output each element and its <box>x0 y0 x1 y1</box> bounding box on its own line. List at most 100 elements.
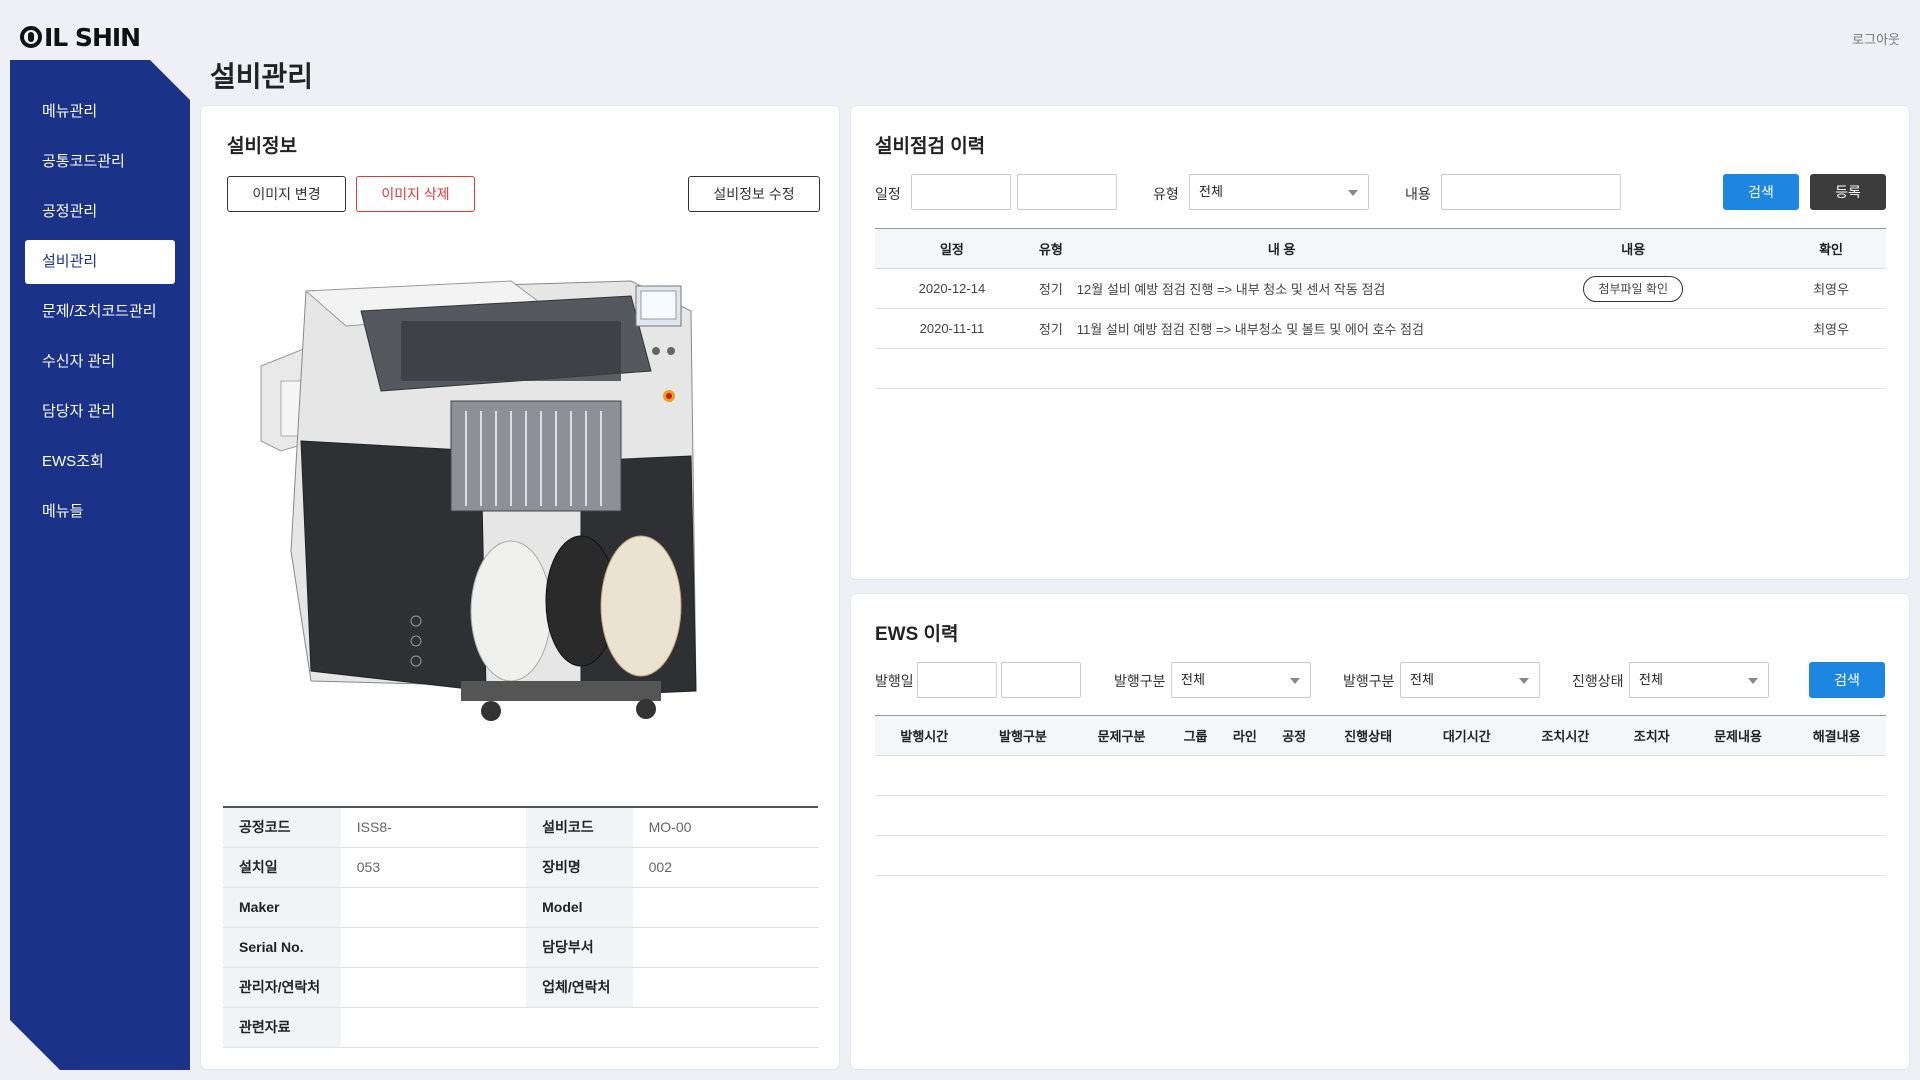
equipment-info-card: 설비정보 이미지 변경 이미지 삭제 설비정보 수정 공정코드 ISS8- 설비… <box>200 105 840 1070</box>
sidebar-item-process[interactable]: 공정관리 <box>25 190 175 234</box>
manager-label: 관리자/연락처 <box>223 967 341 1008</box>
ews-header-row: 발행시간 발행구분 문제구분 그룹 라인 공정 진행상태 대기시간 조치시간 조… <box>875 715 1886 756</box>
vendor-label: 업체/연락처 <box>526 967 633 1008</box>
inspection-date-to-input[interactable] <box>1017 174 1117 210</box>
sidebar-item-ews[interactable]: EWS조회 <box>25 440 175 484</box>
col-checker: 확인 <box>1776 228 1886 269</box>
logo-mark-icon <box>20 26 42 48</box>
col-wait-time: 대기시간 <box>1417 715 1517 756</box>
sidebar-item-menu-management[interactable]: 메뉴관리 <box>25 90 175 134</box>
ews-history-card: EWS 이력 발행일 발행구분 전체 발행구분 전체 진행상태 전체 검색 발행… <box>850 593 1910 1070</box>
col-resolution: 해결내용 <box>1787 715 1886 756</box>
inspection-content-label: 내용 <box>1405 186 1431 202</box>
change-image-button[interactable]: 이미지 변경 <box>227 176 346 212</box>
inspection-content-input[interactable] <box>1441 174 1621 210</box>
ews-status-label: 진행상태 <box>1572 673 1624 689</box>
ews-history-title: EWS 이력 <box>875 624 959 645</box>
maker-value <box>340 887 527 928</box>
ews-issue-date-label: 발행일 <box>875 673 914 689</box>
sidebar: 메뉴관리 공통코드관리 공정관리 설비관리 문제/조치코드관리 수신자 관리 담… <box>10 60 190 1070</box>
row-content: 12월 설비 예방 점검 진행 => 내부 청소 및 센서 작동 점검 <box>1072 268 1491 309</box>
col-date: 일정 <box>875 228 1029 269</box>
ews-status-value: 전체 <box>1639 672 1663 687</box>
sidebar-item-menus[interactable]: 메뉴들 <box>25 490 175 534</box>
ews-issue-type-value: 전체 <box>1181 672 1205 687</box>
attachment-button[interactable]: 첨부파일 확인 <box>1583 275 1684 302</box>
row-date: 2020-11-11 <box>875 308 1029 349</box>
table-row-empty <box>875 795 1886 836</box>
ews-issue-type-select[interactable]: 전체 <box>1171 662 1311 698</box>
col-issue-time: 발행시간 <box>875 715 974 756</box>
inspection-type-value: 전체 <box>1199 184 1223 199</box>
table-row-empty <box>875 348 1886 389</box>
inspection-date-from-input[interactable] <box>911 174 1011 210</box>
sidebar-menu: 메뉴관리 공통코드관리 공정관리 설비관리 문제/조치코드관리 수신자 관리 담… <box>10 60 190 534</box>
row-checker: 최영우 <box>1776 268 1886 309</box>
inspection-date-label: 일정 <box>875 186 901 202</box>
inspection-register-button[interactable]: 등록 <box>1810 174 1886 210</box>
col-process: 공정 <box>1269 715 1319 756</box>
ews-issue-type2-select[interactable]: 전체 <box>1400 662 1540 698</box>
chevron-down-icon <box>1748 678 1758 684</box>
row-type: 정기 <box>1028 308 1073 349</box>
chevron-down-icon <box>1290 678 1300 684</box>
ews-issue-type2-label: 발행구분 <box>1343 673 1395 689</box>
col-content: 내 용 <box>1072 228 1491 269</box>
col-action-time: 조치시간 <box>1516 715 1615 756</box>
process-code-value: ISS8- <box>340 807 527 848</box>
chevron-down-icon <box>1519 678 1529 684</box>
docs-label: 관련자료 <box>223 1007 341 1048</box>
col-type: 유형 <box>1028 228 1073 269</box>
sidebar-item-recipients[interactable]: 수신자 관리 <box>25 340 175 384</box>
row-type: 정기 <box>1028 268 1073 309</box>
info-row: 관련자료 <box>223 1007 818 1048</box>
inspection-search-button[interactable]: 검색 <box>1723 174 1799 210</box>
ews-search-button[interactable]: 검색 <box>1809 662 1885 698</box>
col-problem-content: 문제내용 <box>1688 715 1788 756</box>
inspection-history-card: 설비점검 이력 일정 유형 전체 내용 검색 등록 일정 유형 내 용 내용 확… <box>850 105 1910 580</box>
table-row-empty <box>875 755 1886 796</box>
ews-issue-date-to-input[interactable] <box>1001 662 1081 698</box>
sidebar-item-equipment[interactable]: 설비관리 <box>25 240 175 284</box>
logo: IL SHIN <box>20 23 141 52</box>
info-row: 관리자/연락처 업체/연락처 <box>223 967 818 1008</box>
edit-equipment-button[interactable]: 설비정보 수정 <box>688 176 820 212</box>
ews-table: 발행시간 발행구분 문제구분 그룹 라인 공정 진행상태 대기시간 조치시간 조… <box>875 715 1886 876</box>
delete-image-button[interactable]: 이미지 삭제 <box>356 176 475 212</box>
inspection-header-row: 일정 유형 내 용 내용 확인 <box>875 228 1886 269</box>
table-row[interactable]: 2020-11-11 정기 11월 설비 예방 점검 진행 => 내부청소 및 … <box>875 308 1886 349</box>
col-action-person: 조치자 <box>1614 715 1689 756</box>
col-issue-type: 발행구분 <box>973 715 1073 756</box>
col-line: 라인 <box>1220 715 1270 756</box>
ews-status-select[interactable]: 전체 <box>1629 662 1769 698</box>
model-value <box>632 887 818 928</box>
equipment-code-label: 설비코드 <box>526 807 633 848</box>
sidebar-item-common-code[interactable]: 공통코드관리 <box>25 140 175 184</box>
docs-value <box>340 1007 818 1048</box>
vendor-value <box>632 967 818 1008</box>
sidebar-item-problem-action-code[interactable]: 문제/조치코드관리 <box>25 290 175 334</box>
equipment-name-label: 장비명 <box>526 847 633 888</box>
info-row: 공정코드 ISS8- 설비코드 MO-00 <box>223 807 818 848</box>
col-group: 그룹 <box>1170 715 1221 756</box>
maker-label: Maker <box>223 887 341 928</box>
col-attachment: 내용 <box>1490 228 1777 269</box>
equipment-info-table: 공정코드 ISS8- 설비코드 MO-00 설치일 053 장비명 002 Ma… <box>223 806 818 1048</box>
model-label: Model <box>526 887 633 928</box>
row-checker: 최영우 <box>1776 308 1886 349</box>
inspection-type-select[interactable]: 전체 <box>1189 174 1369 210</box>
inspection-history-title: 설비점검 이력 <box>875 136 986 157</box>
table-row[interactable]: 2020-12-14 정기 12월 설비 예방 점검 진행 => 내부 청소 및… <box>875 268 1886 309</box>
dept-label: 담당부서 <box>526 927 633 968</box>
row-date: 2020-12-14 <box>875 268 1029 309</box>
logout-link[interactable]: 로그아웃 <box>1852 29 1900 48</box>
ews-issue-type-label: 발행구분 <box>1114 673 1166 689</box>
install-date-label: 설치일 <box>223 847 341 888</box>
sidebar-item-staff[interactable]: 담당자 관리 <box>25 390 175 434</box>
ews-issue-date-from-input[interactable] <box>917 662 997 698</box>
inspection-type-label: 유형 <box>1153 186 1179 202</box>
info-row: Maker Model <box>223 887 818 928</box>
info-row: 설치일 053 장비명 002 <box>223 847 818 888</box>
row-attachment-cell <box>1490 308 1777 349</box>
row-content: 11월 설비 예방 점검 진행 => 내부청소 및 볼트 및 에어 호수 점검 <box>1072 308 1491 349</box>
